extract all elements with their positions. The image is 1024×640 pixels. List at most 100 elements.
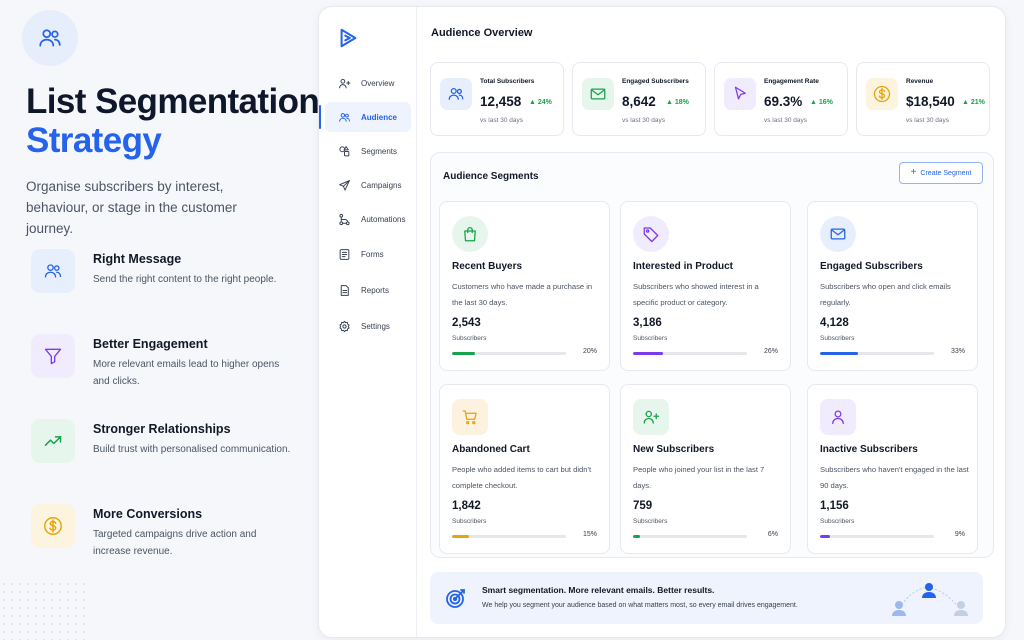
create-segment-button[interactable]: + Create Segment: [899, 162, 983, 184]
dollar-icon: [44, 517, 62, 535]
segment-count: 1,156: [820, 500, 849, 512]
stat-value: $18,540: [906, 94, 955, 109]
segment-title: Interested in Product: [633, 261, 734, 272]
segment-card-abandoned-cart[interactable]: Abandoned Cart People who added items to…: [439, 384, 610, 554]
segment-title: Abandoned Cart: [452, 444, 530, 455]
hero-subtitle: Organise subscribers by interest, behavi…: [26, 179, 237, 236]
arrow-up-icon: ▲: [529, 99, 536, 106]
stat-period: vs last 30 days: [480, 117, 523, 124]
sidebar-item-label: Campaigns: [361, 180, 402, 190]
feature-desc: Build trust with personalised communicat…: [93, 444, 291, 455]
stat-card-total-subscribers: Total Subscribers 12,458 ▲ 24% vs last 3…: [430, 62, 564, 136]
feature-desc: Targeted campaigns drive action and incr…: [93, 529, 257, 557]
segment-progress-bar: [452, 352, 566, 355]
segment-progress-bar: [820, 352, 934, 355]
stat-change: ▲ 21%: [962, 99, 985, 106]
stat-change: ▲ 16%: [810, 99, 833, 106]
stat-period: vs last 30 days: [622, 117, 665, 124]
target-icon: [446, 589, 465, 608]
segment-unit: Subscribers: [452, 335, 487, 342]
segment-desc: Customers who have made a purchase in th…: [452, 282, 593, 307]
sidebar-item-reports[interactable]: Reports: [325, 275, 411, 305]
sidebar-item-campaigns[interactable]: Campaigns: [325, 170, 411, 200]
feature-right-message: Right Message Send the right content to …: [31, 249, 301, 311]
feature-title: Better Engagement: [93, 337, 208, 351]
segment-unit: Subscribers: [820, 518, 855, 525]
segment-percent: 26%: [763, 348, 778, 355]
sidebar-item-label: Settings: [361, 321, 390, 331]
segment-percent: 9%: [954, 531, 965, 538]
users-icon-badge: [22, 10, 78, 66]
footer-banner: Smart segmentation. More relevant emails…: [430, 572, 983, 624]
segment-unit: Subscribers: [820, 335, 855, 342]
segment-desc: People who added items to cart but didn'…: [452, 465, 592, 490]
shopping-bag-icon: [464, 227, 476, 242]
feature-title: Right Message: [93, 252, 182, 266]
sidebar-item-segments[interactable]: Segments: [325, 136, 411, 166]
feature-more-conversions: More Conversions Targeted campaigns driv…: [31, 504, 301, 566]
users-icon: [44, 264, 62, 278]
segment-card-engaged-subscribers[interactable]: Engaged Subscribers Subscribers who open…: [807, 201, 978, 371]
sidebar-item-automations[interactable]: Automations: [325, 204, 411, 234]
user-plus-icon: [337, 76, 351, 90]
users-icon: [39, 29, 61, 47]
app-window: Overview Audience Segments Campaigns Aut…: [318, 6, 1006, 638]
section-title: Audience Segments: [443, 171, 539, 182]
stat-value: 12,458: [480, 94, 522, 109]
stat-label: Revenue: [906, 78, 934, 85]
stat-change: ▲ 18%: [666, 99, 689, 106]
segment-icon-box: [633, 216, 669, 252]
segment-title: Recent Buyers: [452, 261, 523, 272]
decorative-dots: [0, 580, 90, 640]
stat-value: 8,642: [622, 94, 656, 109]
segment-icon-box: [820, 399, 856, 435]
segment-card-inactive-subscribers[interactable]: Inactive Subscribers Subscribers who hav…: [807, 384, 978, 554]
stat-icon-box: [724, 78, 756, 110]
segment-desc: Subscribers who showed interest in a spe…: [633, 282, 759, 307]
hero-panel: List Segmentation Strategy Organise subs…: [0, 0, 320, 640]
segment-count: 4,128: [820, 317, 849, 329]
create-segment-label: Create Segment: [920, 169, 972, 177]
segment-title: Inactive Subscribers: [820, 444, 918, 455]
stat-icon-box: [582, 78, 614, 110]
segment-progress-fill: [452, 352, 475, 355]
segment-count: 3,186: [633, 317, 662, 329]
stat-change-value: 21%: [970, 99, 985, 106]
segment-icon-box: [452, 399, 488, 435]
segment-percent: 33%: [950, 348, 965, 355]
mail-icon: [590, 88, 606, 100]
stat-change-value: 24%: [537, 99, 552, 106]
stat-icon-box: [440, 78, 472, 110]
sidebar-item-forms[interactable]: Forms: [325, 239, 411, 269]
sidebar-item-audience[interactable]: Audience: [319, 102, 411, 132]
segment-progress-bar: [633, 535, 747, 538]
segment-count: 759: [633, 500, 653, 512]
stat-change-value: 18%: [674, 99, 689, 106]
arrow-up-icon: ▲: [810, 99, 817, 106]
feature-title: Stronger Relationships: [93, 422, 231, 436]
users-icon: [337, 110, 351, 124]
segment-card-new-subscribers[interactable]: New Subscribers People who joined your l…: [620, 384, 791, 554]
segment-count: 1,842: [452, 500, 481, 512]
stat-card-engagement-rate: Engagement Rate 69.3% ▲ 16% vs last 30 d…: [714, 62, 848, 136]
tag-icon: [643, 227, 659, 243]
logo-icon[interactable]: [337, 27, 359, 49]
sidebar-item-label: Overview: [361, 78, 395, 88]
segment-unit: Subscribers: [452, 518, 487, 525]
segment-unit: Subscribers: [633, 335, 668, 342]
sidebar-item-settings[interactable]: Settings: [325, 311, 411, 341]
segment-card-recent-buyers[interactable]: Recent Buyers Customers who have made a …: [439, 201, 610, 371]
segment-icon-box: [633, 399, 669, 435]
gear-icon: [337, 319, 351, 333]
dollar-icon: [873, 85, 891, 103]
sidebar-item-label: Audience: [361, 112, 398, 122]
segment-progress-fill: [820, 535, 831, 538]
user-icon: [832, 410, 844, 425]
sidebar-item-overview[interactable]: Overview: [325, 68, 411, 98]
feature-title: More Conversions: [93, 507, 203, 521]
stat-card-revenue: Revenue $18,540 ▲ 21% vs last 30 days: [856, 62, 990, 136]
stat-card-engaged-subscribers: Engaged Subscribers 8,642 ▲ 18% vs last …: [572, 62, 706, 136]
stat-icon-box: [866, 78, 898, 110]
segment-card-interested-in-product[interactable]: Interested in Product Subscribers who sh…: [620, 201, 791, 371]
feature-icon-box: [31, 504, 75, 548]
